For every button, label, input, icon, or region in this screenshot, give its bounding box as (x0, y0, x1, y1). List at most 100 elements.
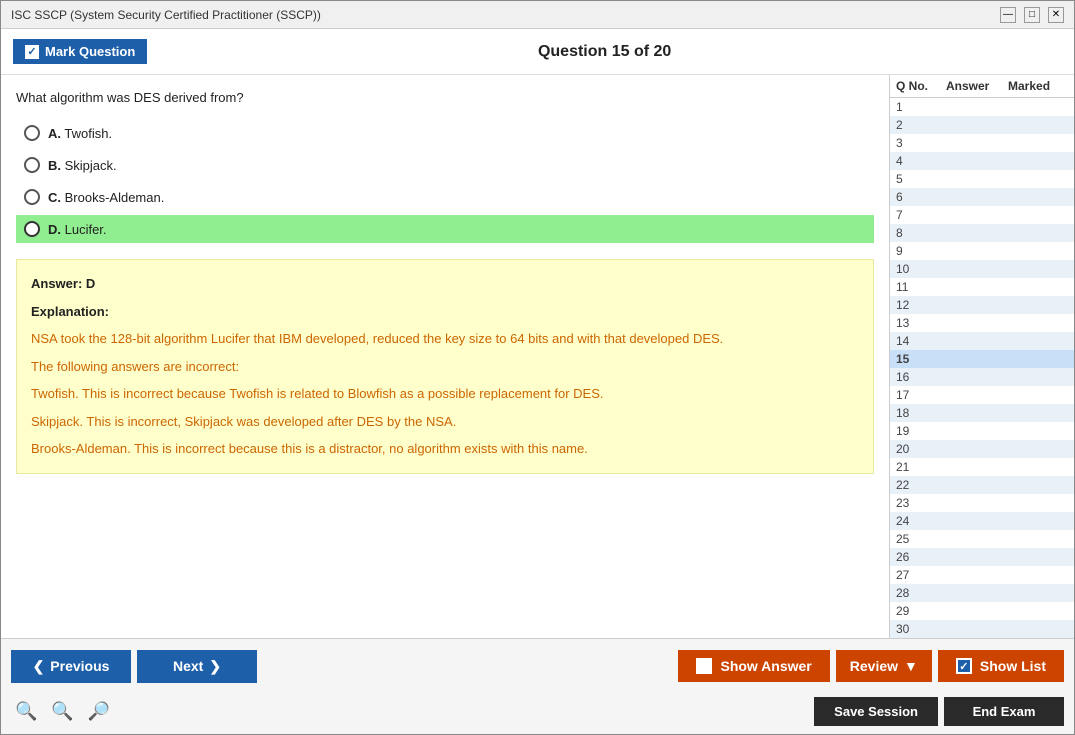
sidebar-row-8[interactable]: 8 (890, 224, 1074, 242)
option-a-text: A. Twofish. (48, 126, 112, 141)
sidebar-qno-25: 25 (896, 532, 946, 546)
sidebar-qno-7: 7 (896, 208, 946, 222)
sidebar-qno-14: 14 (896, 334, 946, 348)
show-answer-button[interactable]: Show Answer (678, 650, 829, 682)
option-b-text: B. Skipjack. (48, 158, 117, 173)
sidebar-qno-5: 5 (896, 172, 946, 186)
zoom-out-button[interactable]: 🔎 (84, 699, 114, 724)
end-exam-button[interactable]: End Exam (944, 697, 1064, 726)
sidebar-row-30[interactable]: 30 (890, 620, 1074, 638)
previous-button[interactable]: ❮ Previous (11, 650, 131, 683)
show-list-button[interactable]: ✓ Show List (938, 650, 1064, 682)
option-b[interactable]: B. Skipjack. (16, 151, 874, 179)
zoom-controls: 🔍 🔍 🔎 (11, 699, 114, 724)
sidebar-row-5[interactable]: 5 (890, 170, 1074, 188)
explanation-label: Explanation: (31, 304, 109, 319)
close-button[interactable]: ✕ (1048, 7, 1064, 23)
sidebar-header-qno: Q No. (896, 79, 946, 93)
sidebar-qno-21: 21 (896, 460, 946, 474)
answer-label: Answer: D (31, 276, 95, 291)
previous-label: Previous (50, 658, 109, 674)
option-d-radio (24, 221, 40, 237)
sidebar-qno-17: 17 (896, 388, 946, 402)
explanation-line-2: The following answers are incorrect: (31, 357, 859, 377)
sidebar-qno-8: 8 (896, 226, 946, 240)
save-session-button[interactable]: Save Session (814, 697, 938, 726)
sidebar-row-23[interactable]: 23 (890, 494, 1074, 512)
sidebar-row-13[interactable]: 13 (890, 314, 1074, 332)
mark-question-button[interactable]: ✓ Mark Question (13, 39, 147, 64)
mark-question-label: Mark Question (45, 44, 135, 59)
sidebar-row-16[interactable]: 16 (890, 368, 1074, 386)
explanation-line-1: NSA took the 128-bit algorithm Lucifer t… (31, 329, 859, 349)
sidebar-row-22[interactable]: 22 (890, 476, 1074, 494)
sidebar-qno-28: 28 (896, 586, 946, 600)
explanation-line-5: Brooks-Aldeman. This is incorrect becaus… (31, 439, 859, 459)
sidebar-row-12[interactable]: 12 (890, 296, 1074, 314)
sidebar-header: Q No. Answer Marked (890, 75, 1074, 98)
sidebar-row-17[interactable]: 17 (890, 386, 1074, 404)
sidebar-row-10[interactable]: 10 (890, 260, 1074, 278)
review-arrow-icon: ▼ (904, 658, 918, 674)
previous-chevron-icon: ❮ (33, 658, 45, 675)
sidebar-row-24[interactable]: 24 (890, 512, 1074, 530)
sidebar-qno-2: 2 (896, 118, 946, 132)
option-c[interactable]: C. Brooks-Aldeman. (16, 183, 874, 211)
sidebar-qno-3: 3 (896, 136, 946, 150)
sidebar-row-27[interactable]: 27 (890, 566, 1074, 584)
question-area: What algorithm was DES derived from? A. … (1, 75, 889, 638)
sidebar-row-2[interactable]: 2 (890, 116, 1074, 134)
review-label: Review (850, 658, 898, 674)
sidebar-qno-11: 11 (896, 280, 946, 294)
toolbar: ✓ Mark Question Question 15 of 20 (1, 29, 1074, 75)
sidebar-row-18[interactable]: 18 (890, 404, 1074, 422)
sidebar-row-6[interactable]: 6 (890, 188, 1074, 206)
sidebar-row-21[interactable]: 21 (890, 458, 1074, 476)
sidebar-qno-29: 29 (896, 604, 946, 618)
next-button[interactable]: Next ❯ (137, 650, 257, 683)
sidebar-qno-6: 6 (896, 190, 946, 204)
show-answer-icon (696, 658, 712, 674)
action-buttons: Save Session End Exam (814, 697, 1064, 726)
sidebar-row-7[interactable]: 7 (890, 206, 1074, 224)
show-list-check-icon: ✓ (956, 658, 972, 674)
mark-checkbox-icon: ✓ (25, 45, 39, 59)
sidebar-row-11[interactable]: 11 (890, 278, 1074, 296)
sidebar-row-25[interactable]: 25 (890, 530, 1074, 548)
sidebar-qno-16: 16 (896, 370, 946, 384)
sidebar-qno-22: 22 (896, 478, 946, 492)
sidebar-row-15[interactable]: 15 (890, 350, 1074, 368)
option-d[interactable]: D. Lucifer. (16, 215, 874, 243)
button-row: ❮ Previous Next ❯ Show Answer Review ▼ ✓… (1, 639, 1074, 693)
zoom-row: 🔍 🔍 🔎 Save Session End Exam (1, 693, 1074, 734)
maximize-button[interactable]: □ (1024, 7, 1040, 23)
main-window: ISC SSCP (System Security Certified Prac… (0, 0, 1075, 735)
option-c-radio (24, 189, 40, 205)
option-a[interactable]: A. Twofish. (16, 119, 874, 147)
sidebar-row-28[interactable]: 28 (890, 584, 1074, 602)
sidebar-row-19[interactable]: 19 (890, 422, 1074, 440)
sidebar-row-20[interactable]: 20 (890, 440, 1074, 458)
sidebar-qno-20: 20 (896, 442, 946, 456)
sidebar-qno-18: 18 (896, 406, 946, 420)
minimize-button[interactable]: — (1000, 7, 1016, 23)
sidebar-qno-12: 12 (896, 298, 946, 312)
option-c-text: C. Brooks-Aldeman. (48, 190, 164, 205)
sidebar-qno-26: 26 (896, 550, 946, 564)
option-a-radio (24, 125, 40, 141)
sidebar-row-3[interactable]: 3 (890, 134, 1074, 152)
question-title: Question 15 of 20 (147, 43, 1062, 61)
sidebar-qno-23: 23 (896, 496, 946, 510)
question-text: What algorithm was DES derived from? (16, 90, 874, 105)
sidebar-row-26[interactable]: 26 (890, 548, 1074, 566)
zoom-in-button[interactable]: 🔍 (11, 699, 41, 724)
sidebar-row-4[interactable]: 4 (890, 152, 1074, 170)
sidebar-row-1[interactable]: 1 (890, 98, 1074, 116)
sidebar-row-29[interactable]: 29 (890, 602, 1074, 620)
sidebar-row-14[interactable]: 14 (890, 332, 1074, 350)
review-button[interactable]: Review ▼ (836, 650, 932, 682)
sidebar-qno-15: 15 (896, 352, 946, 366)
zoom-reset-button[interactable]: 🔍 (47, 699, 77, 724)
sidebar-row-9[interactable]: 9 (890, 242, 1074, 260)
window-controls: — □ ✕ (1000, 7, 1064, 23)
